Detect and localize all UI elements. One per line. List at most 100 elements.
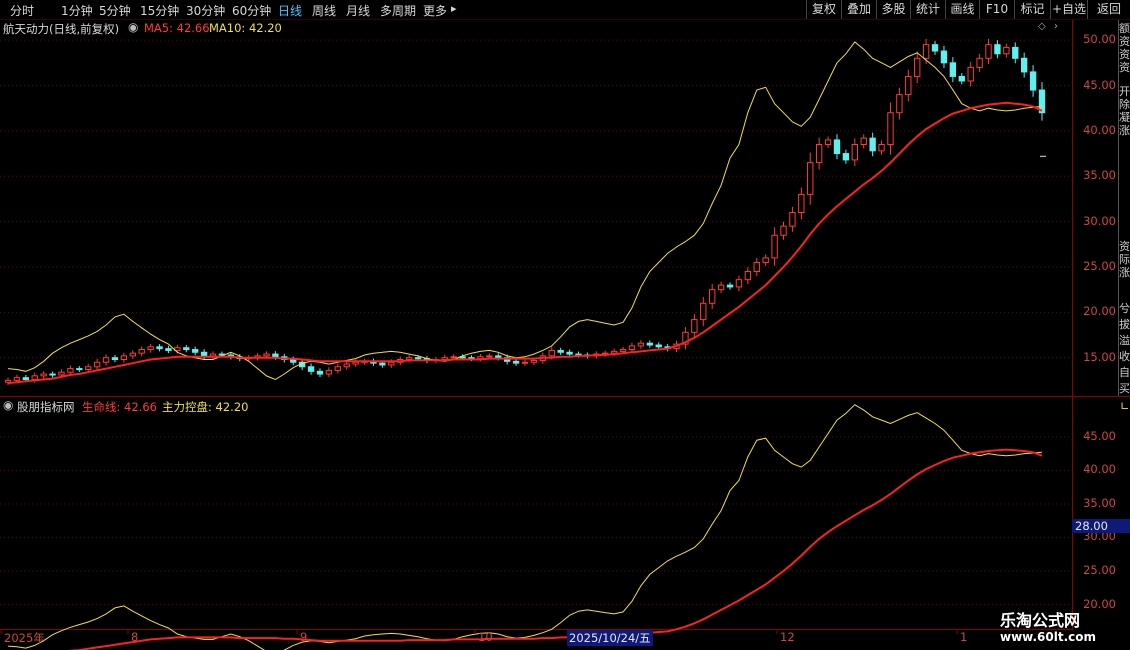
indicator-tick-3: 35.00 <box>1083 495 1116 510</box>
candle-body-22 <box>200 351 208 357</box>
candle-body-35 <box>316 370 324 375</box>
candle-body-50 <box>450 356 457 359</box>
indicator-lifeline <box>68 448 1043 650</box>
candle-body-11 <box>102 357 110 363</box>
candle-body-95 <box>851 143 858 161</box>
candle-body-112 <box>1003 46 1010 55</box>
candle-body-16 <box>147 346 154 351</box>
candle-body-100 <box>896 94 903 114</box>
sidebar-label-8: 买 <box>1119 382 1130 395</box>
candle-body-115 <box>1029 71 1037 91</box>
price-tick-6: 45.00 <box>1083 77 1116 92</box>
candle-body-34 <box>307 366 315 372</box>
candle-body-37 <box>334 366 341 371</box>
candle-body-55 <box>495 355 502 359</box>
candle-body-94 <box>842 153 850 161</box>
candle-body-20 <box>183 347 190 351</box>
candle-body-39 <box>352 361 359 365</box>
candle-body-14 <box>129 352 136 357</box>
candle-body-99 <box>887 112 894 145</box>
candle-body-15 <box>138 349 145 354</box>
candle-body-69 <box>619 349 627 352</box>
candle-body-77 <box>691 319 698 333</box>
cursor-value-box: 28.00 <box>1072 519 1130 533</box>
time-tick-1: 8 <box>131 630 139 644</box>
candle-body-101 <box>905 75 912 96</box>
candle-body-80 <box>717 284 725 291</box>
candle-body-5 <box>49 373 56 376</box>
price-tick-0: 15.00 <box>1083 349 1116 364</box>
candle-body-13 <box>120 355 128 361</box>
candle-body-2 <box>22 377 30 380</box>
time-tick-0: 2025年 <box>4 631 45 645</box>
price-tick-1: 20.00 <box>1083 304 1116 319</box>
indicator-tick-0: 20.00 <box>1083 596 1116 611</box>
watermark-url: www.60lt.com <box>1000 630 1097 644</box>
candle-body-92 <box>824 139 832 145</box>
indicator-tick-5: 45.00 <box>1083 428 1116 443</box>
price-tick-7: 50.00 <box>1083 32 1116 47</box>
candle-body-109 <box>976 57 983 68</box>
candle-body-102 <box>914 57 921 77</box>
candle-body-70 <box>628 345 636 351</box>
candle-body-83 <box>744 271 752 281</box>
candle-body-103 <box>922 44 930 59</box>
kline-chart[interactable] <box>0 0 1130 650</box>
candle-body-29 <box>263 353 270 357</box>
candle-body-93 <box>833 139 841 155</box>
time-tick-5: 1 <box>960 630 968 644</box>
candle-body-59 <box>530 359 538 363</box>
candle-body-17 <box>156 346 163 350</box>
candle-body-3 <box>31 375 38 380</box>
candle-body-61 <box>548 349 555 357</box>
candle-body-4 <box>40 373 47 377</box>
candle-body-54 <box>486 355 493 358</box>
candle-body-1 <box>13 377 21 381</box>
candle-body-86 <box>771 234 778 259</box>
indicator-tick-4: 40.00 <box>1083 462 1116 477</box>
candle-body-107 <box>958 75 965 82</box>
indicator-tick-1: 25.00 <box>1083 563 1116 577</box>
candle-body-8 <box>76 368 83 371</box>
candle-body-21 <box>192 349 199 353</box>
time-tick-2: 9 <box>300 630 308 644</box>
candle-body-81 <box>726 284 734 288</box>
candle-body-36 <box>325 369 333 375</box>
candle-body-30 <box>272 353 279 358</box>
price-tick-5: 40.00 <box>1083 122 1116 137</box>
sidebar-marker: ∟ <box>1120 399 1130 413</box>
candle-body-111 <box>994 44 1001 55</box>
candle-body-114 <box>1020 57 1028 73</box>
candle-body-9 <box>85 366 92 371</box>
candle-body-62 <box>557 349 564 353</box>
candle-body-58 <box>521 361 529 364</box>
sidebar-label-3: 兮 <box>1119 302 1130 315</box>
price-tick-4: 35.00 <box>1083 168 1116 183</box>
sidebar-label-0: 额资资资 <box>1119 22 1130 74</box>
candle-body-57 <box>512 360 520 364</box>
candle-body-89 <box>798 193 805 214</box>
candle-body-88 <box>789 212 796 227</box>
time-tick-4: 12 <box>780 630 795 644</box>
sidebar-label-6: 收 <box>1119 350 1130 363</box>
candle-body-96 <box>860 137 867 145</box>
candle-body-10 <box>93 361 101 368</box>
candle-body-113 <box>1012 46 1019 59</box>
candle-body-98 <box>878 143 885 152</box>
candle-body-18 <box>165 348 172 351</box>
candle-body-73 <box>655 344 662 348</box>
candle-body-85 <box>762 257 769 263</box>
candle-body-91 <box>815 143 823 164</box>
sidebar-label-7: 自 <box>1119 366 1130 379</box>
candle-body-106 <box>949 62 957 77</box>
candle-body-105 <box>940 50 948 64</box>
candle-body-45 <box>405 357 413 361</box>
candle-body-84 <box>753 261 760 273</box>
sidebar-label-2: 资际涨 <box>1119 240 1130 279</box>
candle-body-32 <box>290 359 297 363</box>
sidebar-label-5: 溢 <box>1119 334 1130 347</box>
main-yellow-line <box>7 41 1043 381</box>
time-tick-3: 10 <box>478 630 493 644</box>
candle-body-43 <box>388 361 395 366</box>
candle-body-90 <box>807 162 814 195</box>
